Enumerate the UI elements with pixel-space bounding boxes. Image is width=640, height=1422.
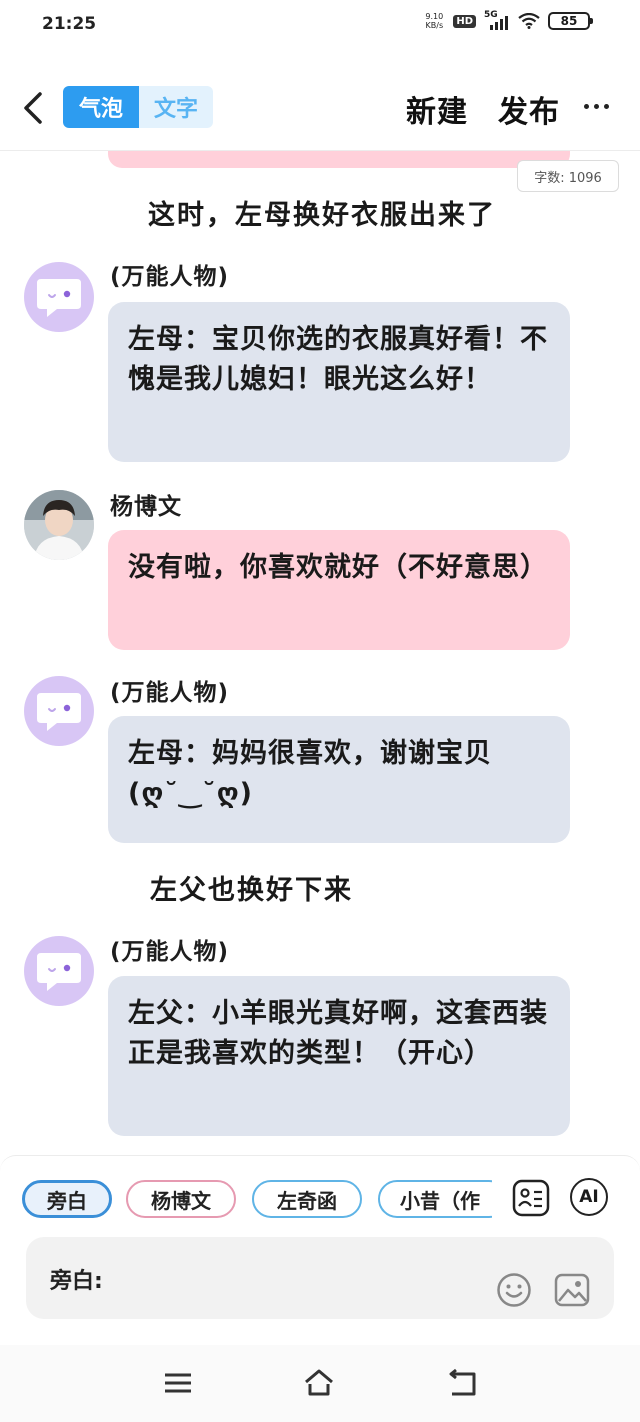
speaker-name: 杨博文 <box>110 494 182 520</box>
universal-character-icon <box>37 953 81 991</box>
narration-line[interactable]: 左父也换好下来 <box>150 868 353 907</box>
input-speaker-label: 旁白: <box>50 1269 103 1294</box>
speaker-name: (万能人物) <box>110 264 230 290</box>
system-nav-bar <box>0 1345 640 1422</box>
avatar[interactable] <box>24 262 94 332</box>
status-bar: 21:25 9.10 KB/s HD 5G 85 <box>0 0 640 52</box>
message-bubble[interactable]: 左母：妈妈很喜欢，谢谢宝贝(ღ˘‿˘ღ) <box>108 716 570 843</box>
new-button[interactable]: 新建 <box>406 87 468 131</box>
net-speed: 9.10 KB/s <box>425 12 444 30</box>
publish-button[interactable]: 发布 <box>498 87 560 131</box>
top-bar: 气泡 文字 新建 发布 <box>0 80 640 136</box>
battery-icon: 85 <box>548 12 593 30</box>
status-time: 21:25 <box>42 14 97 34</box>
previous-message-bubble[interactable] <box>108 151 570 168</box>
avatar[interactable] <box>24 936 94 1006</box>
message-bubble[interactable]: 左母：宝贝你选的衣服真好看！不愧是我儿媳妇！眼光这么好！ <box>108 302 570 462</box>
emoji-icon[interactable] <box>496 1272 532 1308</box>
tab-bubble[interactable]: 气泡 <box>63 86 139 128</box>
tab-text[interactable]: 文字 <box>139 86 213 128</box>
avatar[interactable] <box>24 676 94 746</box>
role-selector: 旁白 杨博文 左奇函 小昔（作 <box>22 1180 492 1220</box>
signal-icon: 5G <box>484 10 510 30</box>
speaker-name: (万能人物) <box>110 939 230 965</box>
role-chip-narrator[interactable]: 旁白 <box>22 1180 112 1218</box>
hd-badge: HD <box>453 14 476 28</box>
more-icon[interactable] <box>584 104 609 109</box>
mode-toggle: 气泡 文字 <box>63 86 213 128</box>
universal-character-icon <box>37 693 81 731</box>
wifi-icon <box>518 13 540 29</box>
profile-photo <box>24 490 94 560</box>
narration-line[interactable]: 这时，左母换好衣服出来了 <box>148 193 496 232</box>
nav-back-icon[interactable] <box>446 1367 478 1399</box>
back-icon[interactable] <box>20 90 46 126</box>
role-card-icon[interactable] <box>511 1178 551 1218</box>
nav-menu-icon[interactable] <box>162 1367 194 1399</box>
speaker-name: (万能人物) <box>110 680 230 706</box>
image-icon[interactable] <box>554 1273 590 1307</box>
nav-home-icon[interactable] <box>303 1367 335 1399</box>
avatar[interactable] <box>24 490 94 560</box>
message-input[interactable]: 旁白: <box>26 1237 614 1319</box>
role-chip-xiao-xi[interactable]: 小昔（作 <box>378 1180 492 1218</box>
ai-icon[interactable]: AI <box>570 1178 608 1216</box>
word-count-badge: 字数: 1096 <box>517 160 619 192</box>
role-chip-yang-bowen[interactable]: 杨博文 <box>126 1180 236 1218</box>
status-indicators: 9.10 KB/s HD 5G 85 <box>423 10 593 30</box>
universal-character-icon <box>37 279 81 317</box>
message-bubble[interactable]: 左父：小羊眼光真好啊，这套西装正是我喜欢的类型！（开心） <box>108 976 570 1136</box>
role-chip-zuo-qihan[interactable]: 左奇函 <box>252 1180 362 1218</box>
message-bubble[interactable]: 没有啦，你喜欢就好（不好意思） <box>108 530 570 650</box>
